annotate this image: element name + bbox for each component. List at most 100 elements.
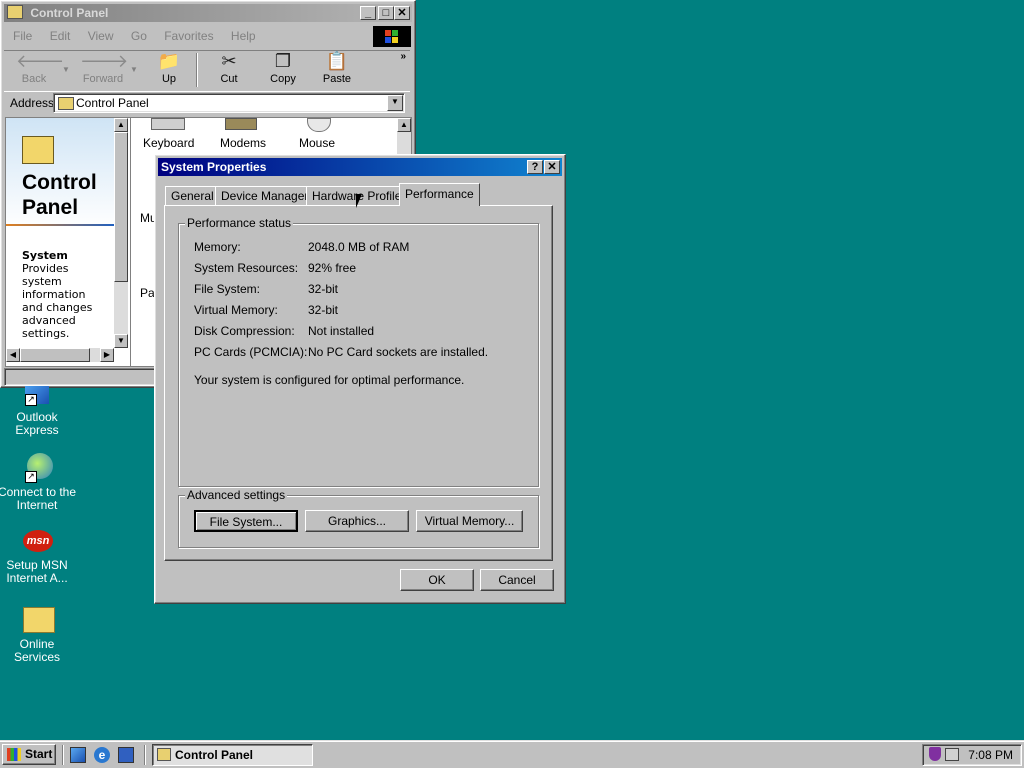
scissors-icon: ✂ <box>221 51 237 71</box>
toolbar-more-icon[interactable]: » <box>400 51 406 62</box>
system-resources-value: 92% free <box>308 261 357 275</box>
performance-summary: Your system is configured for optimal pe… <box>194 373 465 387</box>
connect-internet-icon: ↗ <box>21 451 53 483</box>
menu-favorites[interactable]: Favorites <box>164 29 213 43</box>
graphics-button[interactable]: Graphics... <box>305 510 409 532</box>
system-properties-titlebar[interactable]: System Properties ? ✕ <box>158 158 562 176</box>
pc-cards-value: No PC Card sockets are installed. <box>308 345 489 359</box>
advanced-settings-group: Advanced settings File System... Graphic… <box>178 488 539 548</box>
copy-label: Copy <box>270 73 296 85</box>
address-dropdown-button[interactable]: ▼ <box>387 95 403 111</box>
online-services-label-2: Services <box>13 650 60 664</box>
tab-performance[interactable]: Performance <box>399 183 480 206</box>
cut-label: Cut <box>220 73 238 85</box>
file-system-button[interactable]: File System... <box>194 510 298 532</box>
modems-label[interactable]: Modems <box>220 136 266 150</box>
taskbar-separator-1 <box>62 745 64 765</box>
start-label: Start <box>25 747 53 761</box>
forward-button[interactable]: 🡒 Forward <box>80 51 129 85</box>
mouse-label[interactable]: Mouse <box>299 136 335 150</box>
quicklaunch-outlook-icon[interactable] <box>70 747 86 763</box>
cut-button[interactable]: ✂ Cut <box>212 51 246 85</box>
tray-clock[interactable]: 7:08 PM <box>968 748 1013 762</box>
msn-icon: msn <box>21 528 53 556</box>
menu-file[interactable]: File <box>13 29 32 43</box>
desktop-icon-connect-internet[interactable]: ↗ Connect to the Internet <box>0 451 77 512</box>
maximize-button[interactable]: □ <box>378 6 394 20</box>
ok-button[interactable]: OK <box>400 569 474 591</box>
close-button[interactable]: ✕ <box>394 6 410 20</box>
forward-arrow-icon: 🡒 <box>80 51 129 71</box>
taskbar-control-panel-label: Control Panel <box>175 748 254 762</box>
disk-compression-value: Not installed <box>308 324 375 338</box>
copy-button[interactable]: ❐ Copy <box>266 51 300 85</box>
address-label: Address <box>10 96 55 110</box>
control-panel-title-icon <box>7 5 23 19</box>
taskbar-control-panel-button[interactable]: Control Panel <box>152 744 313 766</box>
selected-item-description: Provides system information and changes … <box>22 262 93 340</box>
tab-general[interactable]: General <box>165 186 220 205</box>
web-pane-vscroll[interactable]: ▲ ▼ <box>114 118 128 348</box>
disk-compression-label: Disk Compression: <box>194 324 295 338</box>
address-value: Control Panel <box>76 96 149 110</box>
desktop-icon-online-services[interactable]: Online Services <box>0 603 77 664</box>
file-system-value: 32-bit <box>308 282 339 296</box>
pc-cards-label: PC Cards (PCMCIA): <box>194 345 308 359</box>
virtual-memory-button[interactable]: Virtual Memory... <box>416 510 523 532</box>
menu-bar: File Edit View Go Favorites Help <box>13 29 270 43</box>
paste-label: Paste <box>322 73 352 85</box>
passwords-label[interactable]: Pa <box>140 286 155 300</box>
file-system-label: File System: <box>194 282 261 296</box>
back-arrow-icon: 🡐 <box>16 51 65 71</box>
quicklaunch-desktop-icon[interactable] <box>118 747 134 763</box>
dialog-close-button[interactable]: ✕ <box>544 160 560 174</box>
scroll-left-button[interactable]: ◀ <box>6 348 20 362</box>
outlook-express-icon: ↗ <box>21 386 53 408</box>
keyboard-label[interactable]: Keyboard <box>143 136 194 150</box>
quicklaunch-ie-icon[interactable]: e <box>94 747 110 763</box>
tray-scheduler-icon[interactable] <box>945 748 959 761</box>
keyboard-icon[interactable] <box>151 118 185 130</box>
help-button[interactable]: ? <box>527 160 543 174</box>
menu-help[interactable]: Help <box>231 29 256 43</box>
control-panel-titlebar[interactable]: Control Panel _ □ ✕ <box>4 4 412 22</box>
scroll-thumb[interactable] <box>114 132 128 282</box>
system-resources-label: System Resources: <box>194 261 299 275</box>
minimize-button[interactable]: _ <box>360 6 376 20</box>
desktop-icon-outlook-express[interactable]: ↗ Outlook Express <box>0 386 77 437</box>
back-label: Back <box>21 73 47 85</box>
tab-device-manager[interactable]: Device Manager <box>215 186 315 205</box>
mouse-icon[interactable] <box>307 118 331 132</box>
menu-edit[interactable]: Edit <box>50 29 71 43</box>
web-view-title-line1: Control <box>22 171 97 194</box>
scroll-up-button[interactable]: ▲ <box>114 118 128 132</box>
up-label: Up <box>161 73 177 85</box>
back-dropdown[interactable]: ▼ <box>62 65 70 74</box>
hscroll-thumb[interactable] <box>20 348 90 362</box>
taskbar-separator-2 <box>144 745 146 765</box>
cancel-button[interactable]: Cancel <box>480 569 554 591</box>
modems-icon[interactable] <box>225 118 257 130</box>
back-button[interactable]: 🡐 Back <box>16 51 65 85</box>
up-button[interactable]: 📁 Up <box>152 51 186 85</box>
menu-go[interactable]: Go <box>131 29 147 43</box>
start-button[interactable]: Start <box>2 744 56 765</box>
address-folder-icon <box>58 97 74 110</box>
up-folder-icon: 📁 <box>157 51 181 71</box>
tray-shield-icon[interactable] <box>929 747 941 761</box>
forward-dropdown[interactable]: ▼ <box>130 65 138 74</box>
menu-view[interactable]: View <box>88 29 114 43</box>
paste-button[interactable]: 📋 Paste <box>318 51 356 85</box>
forward-label: Forward <box>82 73 124 85</box>
desktop-icon-setup-msn[interactable]: msn Setup MSN Internet A... <box>0 528 77 585</box>
advanced-settings-title: Advanced settings <box>185 488 288 502</box>
windows-logo-icon <box>373 26 411 47</box>
scroll-down-button[interactable]: ▼ <box>114 334 128 348</box>
connect-internet-label-2: Internet <box>16 498 58 512</box>
toolbar-separator <box>196 53 198 87</box>
scroll-right-button[interactable]: ▶ <box>100 348 114 362</box>
icon-scroll-up-button[interactable]: ▲ <box>397 118 411 132</box>
web-view-pane: Control Panel System Provides system inf… <box>5 117 131 367</box>
address-field[interactable]: Control Panel ▼ <box>53 93 405 113</box>
web-pane-hscroll[interactable]: ◀ ▶ <box>6 348 114 362</box>
